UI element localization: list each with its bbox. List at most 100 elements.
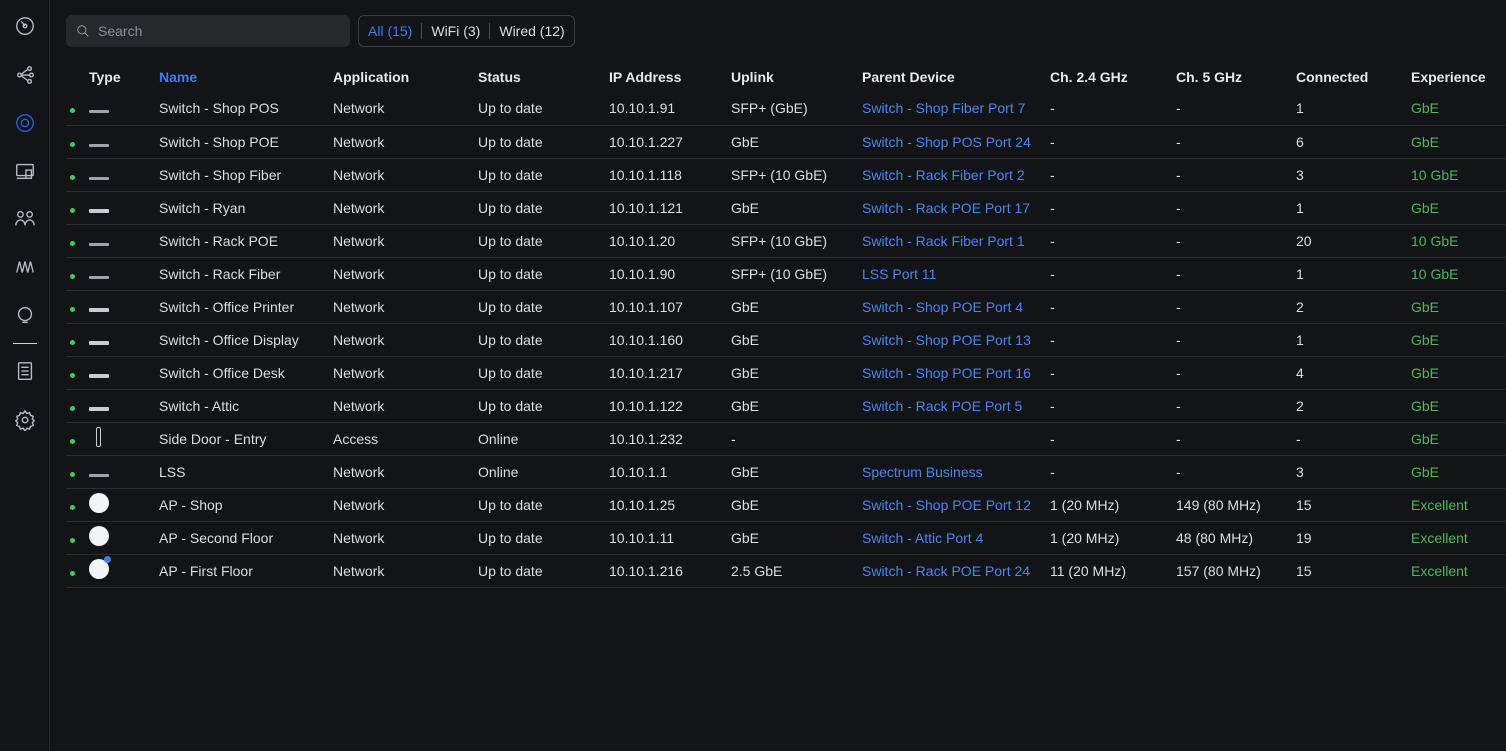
logs-icon[interactable] <box>12 358 38 384</box>
device-status: Up to date <box>478 521 609 555</box>
device-parent[interactable]: LSS Port 11 <box>862 257 1050 291</box>
device-type-cell <box>89 389 159 423</box>
table-row[interactable]: Switch - Office Printer Network Up to date… <box>66 290 1506 324</box>
switch-device-icon <box>89 406 109 411</box>
topology-icon[interactable] <box>12 62 38 88</box>
table-row[interactable]: Switch - Rack Fiber Network Up to date 10.1… <box>66 257 1506 291</box>
device-application: Network <box>333 257 478 291</box>
col-ch24[interactable]: Ch. 2.4 GHz <box>1050 62 1176 92</box>
device-parent[interactable]: Spectrum Business <box>862 455 1050 489</box>
tab-wifi[interactable]: WiFi (3) <box>430 23 481 39</box>
device-parent[interactable]: Switch - Shop POE Port 16 <box>862 356 1050 390</box>
client-devices-icon[interactable] <box>12 206 38 232</box>
device-ch24: 11 (20 MHz) <box>1050 554 1176 588</box>
device-name: Switch - Attic <box>159 389 333 423</box>
device-status: Up to date <box>478 191 609 225</box>
devices-icon[interactable] <box>12 110 38 136</box>
online-dot-icon <box>70 570 75 576</box>
table-row[interactable]: AP - Second Floor Network Up to date 10.10.… <box>66 521 1506 555</box>
clients-icon[interactable] <box>12 158 38 184</box>
device-ch24: - <box>1050 224 1176 258</box>
device-uplink: - <box>731 422 862 456</box>
filter-tabs: All (15) WiFi (3) Wired (12) <box>358 15 575 47</box>
col-type[interactable]: Type <box>89 62 159 92</box>
device-application: Network <box>333 389 478 423</box>
device-type-cell <box>89 521 159 555</box>
table-row[interactable]: Switch - Shop Fiber Network Up to date 10.1… <box>66 158 1506 192</box>
search-box[interactable] <box>66 15 350 47</box>
device-parent[interactable]: Switch - Attic Port 4 <box>862 521 1050 555</box>
device-experience: GbE <box>1411 356 1506 390</box>
device-parent[interactable]: Switch - Rack Fiber Port 2 <box>862 158 1050 192</box>
switch-device-icon <box>89 275 109 279</box>
device-parent[interactable]: Switch - Shop POE Port 13 <box>862 323 1050 357</box>
settings-icon[interactable] <box>12 407 38 433</box>
device-ch24: - <box>1050 455 1176 489</box>
device-parent[interactable]: Switch - Rack POE Port 5 <box>862 389 1050 423</box>
device-ch5: - <box>1176 323 1296 357</box>
table-row[interactable]: AP - First Floor Network Up to date 10.10.1… <box>66 554 1506 588</box>
online-status-cell <box>66 257 89 291</box>
nav-divider <box>13 343 37 344</box>
online-dot-icon <box>70 141 75 147</box>
device-connected: 15 <box>1296 554 1411 588</box>
device-status: Up to date <box>478 488 609 522</box>
device-ip: 10.10.1.90 <box>609 257 731 291</box>
table-row[interactable]: Switch - Rack POE Network Up to date 10.10.… <box>66 224 1506 258</box>
tab-all[interactable]: All (15) <box>367 23 413 39</box>
device-parent[interactable] <box>862 422 1050 456</box>
device-ch24: - <box>1050 356 1176 390</box>
table-row[interactable]: LSS Network Online 10.10.1.1 GbE Spectrum Bus… <box>66 455 1506 489</box>
table-row[interactable]: Switch - Office Display Network Up to date… <box>66 323 1506 357</box>
device-type-cell <box>89 356 159 390</box>
col-name[interactable]: Name <box>159 62 333 92</box>
table-row[interactable]: Switch - Attic Network Up to date 10.10.1.1… <box>66 389 1506 423</box>
table-row[interactable]: Switch - Shop POE Network Up to date 10.10.… <box>66 125 1506 159</box>
device-parent[interactable]: Switch - Shop POE Port 4 <box>862 290 1050 324</box>
online-status-cell <box>66 554 89 588</box>
device-ch24: - <box>1050 158 1176 192</box>
device-name: Switch - Shop Fiber <box>159 158 333 192</box>
device-name: AP - First Floor <box>159 554 333 588</box>
device-parent[interactable]: Switch - Rack Fiber Port 1 <box>862 224 1050 258</box>
device-application: Network <box>333 554 478 588</box>
online-dot-icon <box>70 504 75 510</box>
device-parent[interactable]: Switch - Shop Fiber Port 7 <box>862 92 1050 126</box>
col-ch5[interactable]: Ch. 5 GHz <box>1176 62 1296 92</box>
col-experience[interactable]: Experience <box>1411 62 1506 92</box>
device-uplink: GbE <box>731 125 862 159</box>
device-parent[interactable]: Switch - Rack POE Port 24 <box>862 554 1050 588</box>
col-status[interactable]: Status <box>478 62 609 92</box>
switch-device-icon <box>89 473 109 477</box>
table-row[interactable]: AP - Shop Network Up to date 10.10.1.25 GbE S… <box>66 488 1506 522</box>
table-row[interactable]: Switch - Shop POS Network Up to date 10.10.… <box>66 92 1506 126</box>
table-row[interactable]: Switch - Office Desk Network Up to date 10.… <box>66 356 1506 390</box>
device-ch24: - <box>1050 323 1176 357</box>
online-status-cell <box>66 323 89 357</box>
search-input[interactable] <box>98 23 338 39</box>
table-header: Type Name Application Status IP Address … <box>66 62 1506 92</box>
device-name: LSS <box>159 455 333 489</box>
col-ip-address[interactable]: IP Address <box>609 62 731 92</box>
tab-wired[interactable]: Wired (12) <box>498 23 565 39</box>
col-application[interactable]: Application <box>333 62 478 92</box>
device-application: Network <box>333 92 478 126</box>
online-dot-icon <box>70 405 75 411</box>
device-parent[interactable]: Switch - Shop POS Port 24 <box>862 125 1050 159</box>
col-connected[interactable]: Connected <box>1296 62 1411 92</box>
device-application: Network <box>333 158 478 192</box>
table-row[interactable]: Switch - Ryan Network Up to date 10.10.1.12… <box>66 191 1506 225</box>
col-uplink[interactable]: Uplink <box>731 62 862 92</box>
insights-icon[interactable] <box>12 254 38 280</box>
device-parent[interactable]: Switch - Shop POE Port 12 <box>862 488 1050 522</box>
switch-device-icon <box>89 208 109 213</box>
online-dot-icon <box>70 372 75 378</box>
innerspace-icon[interactable] <box>12 302 38 328</box>
device-name: Switch - Office Display <box>159 323 333 357</box>
device-parent[interactable]: Switch - Rack POE Port 17 <box>862 191 1050 225</box>
device-name: AP - Shop <box>159 488 333 522</box>
dashboard-icon[interactable] <box>12 13 38 39</box>
device-application: Network <box>333 191 478 225</box>
col-parent-device[interactable]: Parent Device <box>862 62 1050 92</box>
table-row[interactable]: Side Door - Entry Access Online 10.10.1.232… <box>66 422 1506 456</box>
